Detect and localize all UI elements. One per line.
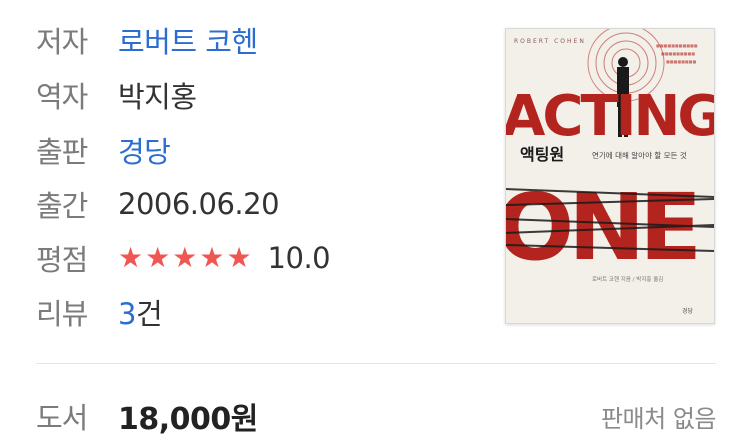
section-divider: [36, 363, 716, 364]
cover-credits: 로버트 코헨 지음 / 박지홍 옮김: [592, 275, 663, 283]
publisher-label: 출판: [36, 135, 88, 169]
review-label: 리뷰: [36, 297, 88, 331]
cover-subtitle: 연기에 대해 알아야 할 모든 것: [592, 150, 687, 160]
book-cover-art: ■■■■■■■■■■■ ■■■■■■■■■ ■■■■■■■■ ROBERT CO…: [506, 29, 714, 323]
translator-label: 역자: [36, 80, 88, 114]
review-count-link[interactable]: 3건: [118, 291, 163, 333]
publisher-link[interactable]: 경당: [118, 129, 171, 171]
review-unit: 건: [135, 297, 163, 331]
price-row: 도서 18,000원 판매처 없음: [36, 392, 717, 440]
cover-title-kr: 액팅원: [520, 145, 564, 164]
publish-date-value: 2006.06.20: [118, 187, 280, 221]
svg-text:■■■■■■■■■■■: ■■■■■■■■■■■: [656, 43, 698, 48]
book-cover[interactable]: ■■■■■■■■■■■ ■■■■■■■■■ ■■■■■■■■ ROBERT CO…: [505, 28, 715, 324]
publish-date-label: 출간: [36, 189, 88, 223]
review-count[interactable]: 3: [118, 297, 136, 331]
star-icon: ★: [172, 241, 198, 274]
star-icon: ★: [145, 241, 171, 274]
star-icon: ★: [199, 241, 225, 274]
review-row: 리뷰 3건: [36, 290, 163, 334]
price-value: 18,000: [118, 402, 231, 437]
star-icon: ★: [226, 241, 252, 274]
author-row: 저자 로버트 코헨: [36, 18, 258, 62]
svg-text:■■■■■■■■: ■■■■■■■■: [666, 59, 696, 64]
rating-label: 평점: [36, 243, 88, 277]
rating-value: 10.0: [267, 241, 331, 275]
price-label: 도서: [36, 401, 88, 435]
publish-date-row: 출간 2006.06.20: [36, 182, 280, 226]
rating-row: 평점 ★ ★ ★ ★ ★ 10.0: [36, 236, 331, 280]
cover-author-en: ROBERT COHEN: [514, 38, 586, 45]
seller-status: 판매처 없음: [600, 404, 717, 433]
translator-row: 역자 박지홍: [36, 73, 197, 117]
cover-publisher-mark: 경당: [682, 307, 694, 315]
translator-value: 박지홍: [118, 80, 197, 114]
price-value-wrap: 18,000원: [118, 394, 258, 438]
rating-stars: ★ ★ ★ ★ ★: [118, 244, 252, 272]
publisher-row: 출판 경당: [36, 128, 171, 172]
price-unit: 원: [230, 402, 259, 437]
star-icon: ★: [118, 241, 144, 274]
cover-title-top: ACTING: [506, 84, 714, 149]
author-link[interactable]: 로버트 코헨: [118, 19, 258, 61]
author-label: 저자: [36, 25, 88, 59]
svg-text:■■■■■■■■■: ■■■■■■■■■: [661, 51, 695, 56]
